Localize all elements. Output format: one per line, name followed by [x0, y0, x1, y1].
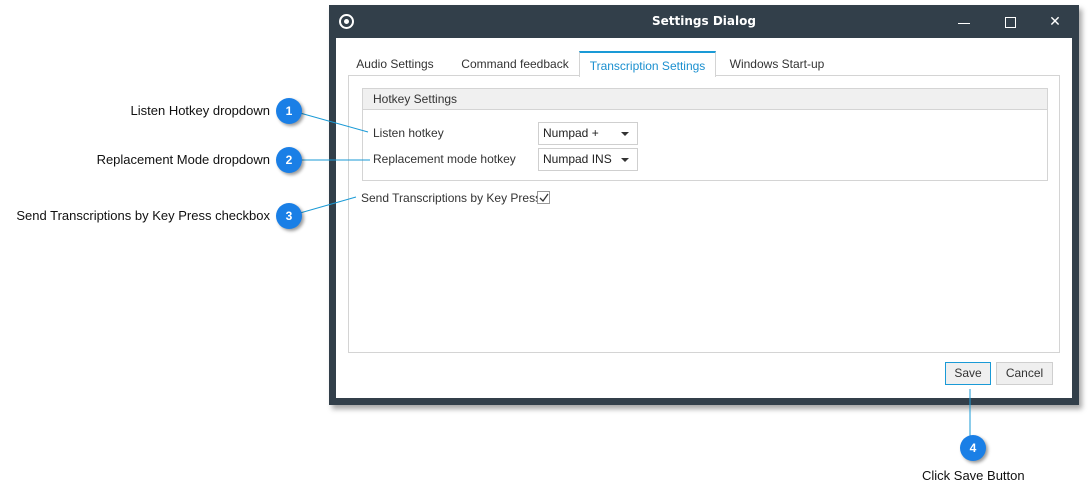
callout-connector-lines — [299, 112, 971, 436]
callout-4-badge: 4 — [960, 435, 986, 461]
callout-line-1 — [299, 112, 369, 133]
callout-1-badge: 1 — [276, 98, 302, 124]
callout-3-badge: 3 — [276, 203, 302, 229]
callout-2-badge: 2 — [276, 147, 302, 173]
callout-line-3 — [299, 196, 357, 214]
